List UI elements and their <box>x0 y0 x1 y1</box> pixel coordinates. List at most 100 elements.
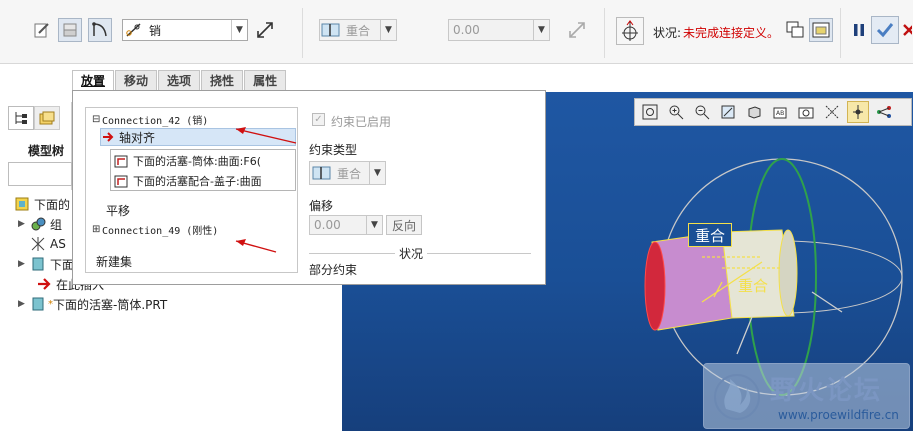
constraint-type-select[interactable]: 重合 ▼ <box>309 161 386 185</box>
status-section-title: 状况 <box>395 245 428 262</box>
constraint-set-list: ⊟ Connection_42 (销) 轴对齐 下面的活塞-筒体:曲面:F6( … <box>85 107 298 273</box>
datum-axis-icon <box>622 20 638 41</box>
forum-watermark: 野火论坛 www.proewildfire.cn <box>703 363 910 429</box>
connection-type-select[interactable]: 销 ▼ <box>122 19 248 41</box>
connection-42-row[interactable]: ⊟ Connection_42 (销) <box>92 112 208 127</box>
tab-options[interactable]: 选项 <box>158 70 201 90</box>
refit-button[interactable] <box>639 101 661 123</box>
datum-points-button[interactable] <box>847 101 869 123</box>
csys-display-button[interactable] <box>873 101 895 123</box>
view-manager-button[interactable] <box>795 101 817 123</box>
surface-ref-icon <box>114 155 128 168</box>
divider <box>604 8 605 58</box>
group-icon <box>31 217 46 231</box>
refit-icon <box>642 104 658 120</box>
flip-button[interactable] <box>253 18 277 42</box>
status-text: 未完成连接定义。 <box>683 26 780 40</box>
expand-icon[interactable]: ▶ <box>18 259 30 269</box>
chevron-down-icon[interactable]: ▼ <box>366 216 382 234</box>
constraint-value: 重合 <box>346 23 371 38</box>
translation-row[interactable]: 平移 <box>106 202 130 219</box>
saved-views-button[interactable]: AB <box>769 101 791 123</box>
surface-ref-icon <box>114 175 128 188</box>
constraint-enabled-checkbox[interactable]: ✓ <box>312 113 325 126</box>
cancel-button[interactable] <box>901 18 913 42</box>
pin-joint-icon <box>126 23 141 37</box>
insert-arrow-icon <box>38 278 51 290</box>
dashboard-tabs: 放置 移动 选项 挠性 属性 <box>72 70 287 90</box>
zoom-out-button[interactable] <box>691 101 713 123</box>
chevron-down-icon[interactable]: ▼ <box>369 162 385 184</box>
reference-list: 下面的活塞-筒体:曲面:F6( 下面的活塞配合-盖子:曲面 <box>110 149 296 191</box>
part-icon <box>32 257 44 271</box>
connection-49-row[interactable]: ⊞ Connection_49 (刚性) <box>92 222 218 237</box>
annotation-arrow-icon <box>235 127 297 144</box>
repaint-icon <box>721 105 735 119</box>
tree-item-piston-body[interactable]: ▶ * 下面的活塞-筒体.PRT <box>18 294 167 314</box>
chevron-down-icon[interactable]: ▼ <box>380 20 396 40</box>
constraint-select[interactable]: 重合 ▼ <box>319 19 397 41</box>
csys-display-icon <box>877 106 891 118</box>
expand-icon[interactable]: ▶ <box>18 219 30 229</box>
tab-flexibility[interactable]: 挠性 <box>201 70 244 90</box>
display-style-button[interactable] <box>743 101 765 123</box>
watermark-url: www.proewildfire.cn <box>778 408 899 422</box>
separate-window-button[interactable] <box>783 18 807 42</box>
panel-offset-input[interactable]: 0.00 ▼ <box>309 215 383 235</box>
tree-item-group[interactable]: ▶ 组 <box>18 214 62 234</box>
coincident-tag-2[interactable]: 重合 <box>734 274 772 296</box>
chevron-down-icon[interactable]: ▼ <box>533 20 549 40</box>
zoom-in-button[interactable] <box>665 101 687 123</box>
tree-item-part[interactable]: ▶ 下面 <box>18 254 74 274</box>
folder-browser-tab[interactable] <box>34 106 60 130</box>
close-icon <box>903 24 912 36</box>
constraint-type-label: 约束类型 <box>309 143 358 157</box>
flip-direction-button[interactable]: 反向 <box>386 215 422 235</box>
tab-properties[interactable]: 属性 <box>244 70 287 90</box>
reference-1-row[interactable]: 下面的活塞-筒体:曲面:F6( <box>113 152 293 170</box>
repaint-button[interactable] <box>717 101 739 123</box>
user-defined-button[interactable] <box>58 18 82 42</box>
flip-arrow-icon <box>257 22 273 38</box>
datum-axes-icon <box>825 105 839 119</box>
tab-placement[interactable]: 放置 <box>72 70 115 90</box>
collapse-icon[interactable]: ⊟ <box>92 114 102 125</box>
pause-button[interactable] <box>847 18 871 42</box>
coincident-icon <box>312 166 331 180</box>
constraint-enabled-row: ✓ 约束已启用 <box>312 113 391 130</box>
svg-text:AB: AB <box>776 110 784 117</box>
datum-display-button[interactable] <box>821 101 843 123</box>
piston-end-face <box>644 241 666 331</box>
tab-move[interactable]: 移动 <box>115 70 158 90</box>
offset-value: 0.00 <box>453 23 480 37</box>
csys-icon <box>31 237 45 251</box>
chevron-down-icon[interactable]: ▼ <box>231 20 247 40</box>
coincident-tag-1[interactable]: 重合 <box>688 223 733 247</box>
tree-search-input[interactable] <box>8 162 72 186</box>
checkmark-icon <box>876 23 894 38</box>
expand-icon[interactable]: ⊞ <box>92 224 102 235</box>
tree-item-csys[interactable]: AS <box>30 234 66 254</box>
tree-item-label: 下面的 <box>34 197 71 212</box>
model-tree-tab[interactable] <box>8 106 34 130</box>
offset-flip-button[interactable] <box>565 18 589 42</box>
offset-input[interactable]: 0.00 ▼ <box>448 19 550 41</box>
tree-item-label: 组 <box>50 217 63 232</box>
mechanism-button[interactable] <box>88 18 112 42</box>
new-marker-icon: * <box>48 298 53 310</box>
tree-item-label: 下面 <box>50 257 75 272</box>
expand-icon[interactable]: ▶ <box>18 299 30 309</box>
assembly-window-button[interactable] <box>809 18 833 42</box>
datum-button[interactable] <box>616 17 644 45</box>
placement-panel: ⊟ Connection_42 (销) 轴对齐 下面的活塞-筒体:曲面:F6( … <box>72 90 546 285</box>
new-set-link[interactable]: 新建集 <box>96 253 132 270</box>
window-icon <box>812 22 830 38</box>
apply-button[interactable] <box>871 16 899 44</box>
view-toolbar: AB <box>634 98 912 126</box>
part-layout-icon <box>63 23 77 37</box>
placement-icon-button[interactable] <box>30 18 54 42</box>
tree-item-root[interactable]: 下面的 <box>14 194 70 214</box>
divider <box>302 8 303 58</box>
coincident-icon <box>321 23 340 37</box>
reference-2-row[interactable]: 下面的活塞配合-盖子:曲面 <box>113 172 293 190</box>
